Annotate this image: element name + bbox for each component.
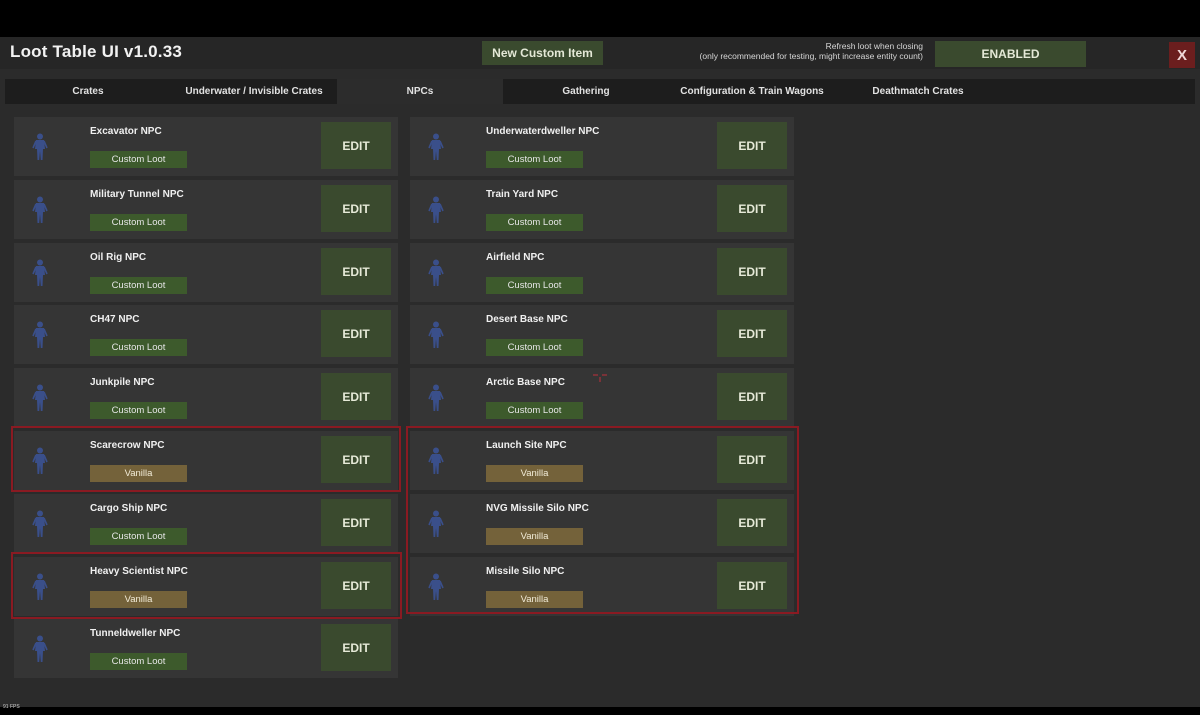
npc-figure-icon: [32, 196, 48, 224]
tab-crates[interactable]: Crates: [5, 79, 171, 104]
new-custom-item-button[interactable]: New Custom Item: [482, 41, 603, 65]
loot-type-badge: Custom Loot: [486, 214, 583, 231]
npc-card: Airfield NPC Custom Loot EDIT: [410, 243, 794, 302]
highlight-box-vanilla-right: [406, 426, 799, 614]
close-button[interactable]: X: [1169, 42, 1195, 68]
npc-figure-icon: [428, 259, 444, 287]
npc-name: Junkpile NPC: [90, 377, 155, 388]
edit-button[interactable]: EDIT: [717, 185, 787, 232]
crosshair-icon: [593, 374, 607, 382]
edit-button[interactable]: EDIT: [321, 248, 391, 295]
edit-button[interactable]: EDIT: [321, 499, 391, 546]
loot-type-badge: Custom Loot: [90, 339, 187, 356]
npc-card: Excavator NPC Custom Loot EDIT: [14, 117, 398, 176]
npc-figure-icon: [428, 133, 444, 161]
npc-card: Oil Rig NPC Custom Loot EDIT: [14, 243, 398, 302]
npc-figure-icon: [32, 635, 48, 663]
edit-button[interactable]: EDIT: [717, 310, 787, 357]
refresh-loot-note: Refresh loot when closing (only recommen…: [700, 41, 923, 61]
npc-card: Cargo Ship NPC Custom Loot EDIT: [14, 494, 398, 553]
loot-type-badge: Custom Loot: [486, 151, 583, 168]
highlight-box-scarecrow: [11, 426, 401, 492]
refresh-note-line2: (only recommended for testing, might inc…: [699, 51, 923, 61]
edit-button[interactable]: EDIT: [717, 122, 787, 169]
tab-npcs[interactable]: NPCs: [337, 79, 503, 104]
loot-type-badge: Custom Loot: [90, 528, 187, 545]
tab-gathering[interactable]: Gathering: [503, 79, 669, 104]
edit-button[interactable]: EDIT: [321, 624, 391, 671]
fps-counter: 91 FPS: [3, 704, 20, 710]
loot-type-badge: Custom Loot: [90, 653, 187, 670]
npc-card: Train Yard NPC Custom Loot EDIT: [410, 180, 794, 239]
app-title: Loot Table UI v1.0.33: [10, 42, 183, 61]
npc-card: Desert Base NPC Custom Loot EDIT: [410, 305, 794, 364]
npc-figure-icon: [32, 259, 48, 287]
edit-button[interactable]: EDIT: [717, 373, 787, 420]
refresh-loot-toggle[interactable]: ENABLED: [935, 41, 1086, 67]
npc-figure-icon: [32, 321, 48, 349]
npc-figure-icon: [32, 133, 48, 161]
edit-button[interactable]: EDIT: [321, 185, 391, 232]
npc-name: Military Tunnel NPC: [90, 189, 184, 200]
npc-name: CH47 NPC: [90, 314, 140, 325]
loot-type-badge: Custom Loot: [90, 277, 187, 294]
highlight-box-heavy-scientist: [11, 552, 402, 619]
npc-card: Junkpile NPC Custom Loot EDIT: [14, 368, 398, 427]
loot-type-badge: Custom Loot: [90, 214, 187, 231]
loot-table-panel: Loot Table UI v1.0.33 New Custom Item Re…: [0, 37, 1200, 707]
npc-figure-icon: [32, 510, 48, 538]
loot-type-badge: Custom Loot: [90, 402, 187, 419]
edit-button[interactable]: EDIT: [717, 248, 787, 295]
npc-name: Underwaterdweller NPC: [486, 126, 600, 137]
npc-name: Airfield NPC: [486, 252, 545, 263]
loot-type-badge: Custom Loot: [486, 339, 583, 356]
edit-button[interactable]: EDIT: [321, 373, 391, 420]
npc-name: Tunneldweller NPC: [90, 628, 181, 639]
loot-type-badge: Custom Loot: [486, 402, 583, 419]
loot-type-badge: Custom Loot: [486, 277, 583, 294]
tab-configuration-train-wagons[interactable]: Configuration & Train Wagons: [669, 79, 835, 104]
npc-card: Military Tunnel NPC Custom Loot EDIT: [14, 180, 398, 239]
npc-card: CH47 NPC Custom Loot EDIT: [14, 305, 398, 364]
edit-button[interactable]: EDIT: [321, 122, 391, 169]
npc-figure-icon: [428, 321, 444, 349]
npc-name: Train Yard NPC: [486, 189, 559, 200]
edit-button[interactable]: EDIT: [321, 310, 391, 357]
npc-name: Desert Base NPC: [486, 314, 568, 325]
npc-name: Arctic Base NPC: [486, 377, 565, 388]
npc-name: Excavator NPC: [90, 126, 162, 137]
refresh-note-line1: Refresh loot when closing: [825, 41, 923, 51]
npc-figure-icon: [32, 384, 48, 412]
npc-card: Tunneldweller NPC Custom Loot EDIT: [14, 619, 398, 678]
tab-deathmatch-crates[interactable]: Deathmatch Crates: [835, 79, 1001, 104]
npc-figure-icon: [428, 384, 444, 412]
loot-type-badge: Custom Loot: [90, 151, 187, 168]
tab-bar: Crates Underwater / Invisible Crates NPCs G…: [5, 79, 1195, 104]
tab-underwater-invisible-crates[interactable]: Underwater / Invisible Crates: [171, 79, 337, 104]
npc-name: Oil Rig NPC: [90, 252, 147, 263]
npc-figure-icon: [428, 196, 444, 224]
npc-name: Cargo Ship NPC: [90, 503, 168, 514]
npc-card: Underwaterdweller NPC Custom Loot EDIT: [410, 117, 794, 176]
title-bar: Loot Table UI v1.0.33 New Custom Item Re…: [0, 37, 1200, 69]
